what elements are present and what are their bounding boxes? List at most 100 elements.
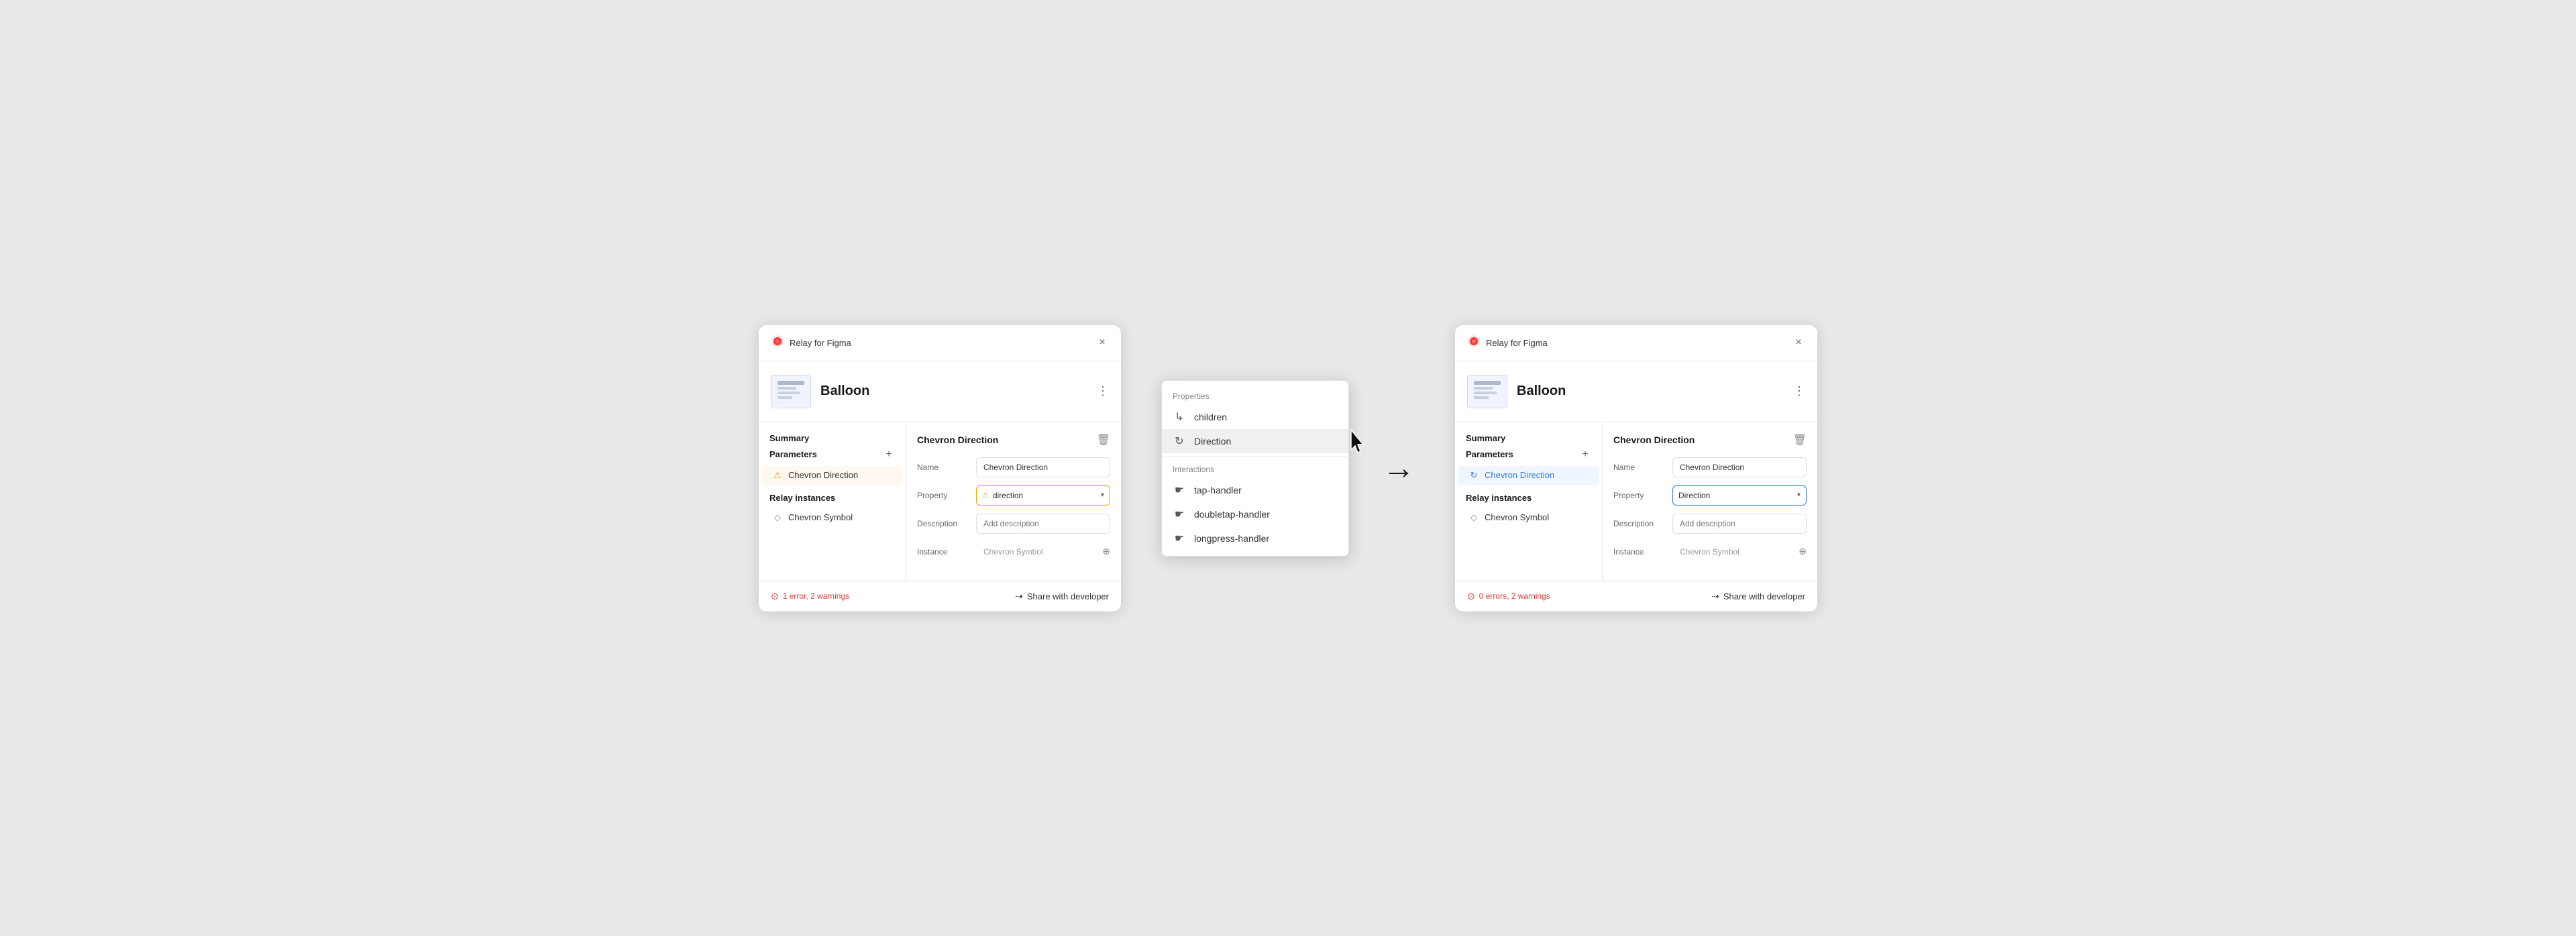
parameters-title-left: Parameters — [769, 449, 817, 459]
summary-title-left: Summary — [759, 433, 906, 449]
transition-arrow: → — [1383, 450, 1415, 487]
parameters-section-right: Parameters + — [1455, 449, 1602, 466]
chevron-symbol-item-left[interactable]: ◇ Chevron Symbol — [761, 508, 903, 527]
add-parameter-button-right[interactable]: + — [1579, 449, 1591, 461]
error-icon-left: ⊙ — [771, 591, 779, 602]
property-value-left: direction — [993, 491, 1023, 500]
tap-icon: ☛ — [1173, 483, 1186, 497]
name-input-right[interactable] — [1672, 457, 1807, 477]
target-icon-right[interactable]: ⊕ — [1799, 546, 1807, 557]
cursor-arrow-icon — [1348, 428, 1368, 454]
properties-popup[interactable]: Properties ↳ children ↻ Direction Intera… — [1161, 380, 1349, 557]
panel-body-left: Summary Parameters + ⚠ Chevron Direction… — [759, 422, 1121, 581]
name-field-row-right: Name — [1613, 457, 1807, 477]
chevron-direction-item-right[interactable]: ↻ Chevron Direction — [1458, 466, 1599, 485]
popup-tap-item[interactable]: ☛ tap-handler — [1162, 478, 1348, 502]
component-name-right: Balloon — [1517, 384, 1784, 399]
panel-body-right: Summary Parameters + ↻ Chevron Direction… — [1455, 422, 1817, 581]
share-button-left[interactable]: ⇢ Share with developer — [1015, 591, 1109, 602]
chevron-direction-item-left[interactable]: ⚠ Chevron Direction — [761, 466, 903, 485]
share-label-left: Share with developer — [1027, 591, 1109, 601]
name-input-left[interactable] — [976, 457, 1110, 477]
detail-panel-left: Chevron Direction 🗑 Name Property ⚠ dire… — [906, 422, 1121, 581]
doubletap-icon: ☛ — [1173, 508, 1186, 521]
component-thumbnail-left — [771, 375, 811, 408]
panel-header-right: Relay for Figma × — [1455, 325, 1817, 361]
longpress-handler-label: longpress-handler — [1194, 533, 1269, 544]
longpress-icon: ☛ — [1173, 532, 1186, 545]
detail-panel-right: Chevron Direction 🗑 Name Property Direct… — [1603, 422, 1817, 581]
popup-divider — [1162, 456, 1348, 457]
chevron-symbol-label-left: Chevron Symbol — [788, 512, 853, 522]
direction-label: Direction — [1194, 436, 1231, 447]
property-value-right: Direction — [1678, 491, 1797, 500]
target-icon-left[interactable]: ⊕ — [1102, 546, 1110, 557]
name-label-left: Name — [917, 463, 971, 472]
children-label: children — [1194, 412, 1227, 422]
component-header-left: Balloon ⋮ — [759, 361, 1121, 422]
error-text-right: 0 errors, 2 warnings — [1479, 591, 1550, 601]
direction-icon: ↻ — [1173, 434, 1186, 448]
left-panel: Relay for Figma × Balloon ⋮ Summary Para… — [759, 325, 1121, 611]
property-label-right: Property — [1613, 491, 1667, 500]
chevron-symbol-item-right[interactable]: ◇ Chevron Symbol — [1458, 508, 1599, 527]
close-button-left[interactable]: × — [1095, 336, 1109, 349]
instance-field-row-right: Instance Chevron Symbol ⊕ — [1613, 542, 1807, 562]
property-label-left: Property — [917, 491, 971, 500]
info-icon-right: ↻ — [1468, 470, 1479, 481]
name-label-right: Name — [1613, 463, 1667, 472]
parameters-title-right: Parameters — [1466, 449, 1513, 459]
description-field-row-right: Description — [1613, 514, 1807, 534]
trash-button-right[interactable]: 🗑 — [1793, 433, 1807, 447]
summary-title-right: Summary — [1455, 433, 1602, 449]
app-title-right: Relay for Figma — [1486, 338, 1548, 348]
relay-instances-section-right: Relay instances ◇ Chevron Symbol — [1455, 493, 1602, 527]
description-input-left[interactable] — [976, 514, 1110, 534]
trash-button-left[interactable]: 🗑 — [1097, 433, 1110, 447]
chevron-direction-label-left: Chevron Direction — [788, 470, 858, 480]
parameters-section-left: Parameters + — [759, 449, 906, 466]
component-name-left: Balloon — [820, 384, 1087, 399]
popup-children-item[interactable]: ↳ children — [1162, 405, 1348, 429]
more-menu-right[interactable]: ⋮ — [1793, 384, 1805, 398]
share-button-right[interactable]: ⇢ Share with developer — [1711, 591, 1805, 602]
share-icon-left: ⇢ — [1015, 591, 1023, 602]
instance-field-row-left: Instance Chevron Symbol ⊕ — [917, 542, 1110, 562]
panel-footer-right: ⊙ 0 errors, 2 warnings ⇢ Share with deve… — [1455, 581, 1817, 611]
arrow-icon: → — [1383, 450, 1415, 487]
error-text-left: 1 error, 2 warnings — [783, 591, 849, 601]
children-icon: ↳ — [1173, 410, 1186, 424]
more-menu-left[interactable]: ⋮ — [1097, 384, 1109, 398]
popup-doubletap-item[interactable]: ☛ doubletap-handler — [1162, 502, 1348, 526]
sidebar-right: Summary Parameters + ↻ Chevron Direction… — [1455, 422, 1603, 581]
close-button-right[interactable]: × — [1792, 336, 1805, 349]
property-field-row-left: Property ⚠ direction ▾ — [917, 485, 1110, 506]
dropdown-warning-content: ⚠ direction — [982, 491, 1101, 500]
relay-instances-section-left: Relay instances ◇ Chevron Symbol — [759, 493, 906, 527]
popup-properties-title: Properties — [1162, 386, 1348, 405]
relay-logo-icon-right — [1467, 335, 1481, 351]
share-icon-right: ⇢ — [1711, 591, 1719, 602]
right-panel: Relay for Figma × Balloon ⋮ Summary Para… — [1455, 325, 1817, 611]
instance-label-right: Instance — [1613, 547, 1667, 557]
dropdown-arrow-left: ▾ — [1101, 491, 1104, 499]
property-dropdown-right[interactable]: Direction ▾ — [1672, 485, 1807, 506]
app-title-left: Relay for Figma — [790, 338, 851, 348]
panel-header-left: Relay for Figma × — [759, 325, 1121, 361]
detail-title-right: Chevron Direction — [1613, 434, 1695, 445]
property-field-row-right: Property Direction ▾ — [1613, 485, 1807, 506]
doubletap-handler-label: doubletap-handler — [1194, 509, 1270, 520]
component-header-right: Balloon ⋮ — [1455, 361, 1817, 422]
property-dropdown-left[interactable]: ⚠ direction ▾ — [976, 485, 1110, 506]
diamond-icon-left: ◇ — [772, 512, 783, 523]
instance-label-left: Instance — [917, 547, 971, 557]
popup-direction-item[interactable]: ↻ Direction — [1162, 429, 1348, 453]
chevron-symbol-label-right: Chevron Symbol — [1485, 512, 1549, 522]
description-field-row-left: Description — [917, 514, 1110, 534]
error-icon-right: ⊙ — [1467, 591, 1475, 602]
dropdown-arrow-right: ▾ — [1797, 491, 1801, 499]
description-input-right[interactable] — [1672, 514, 1807, 534]
component-thumbnail-right — [1467, 375, 1507, 408]
popup-longpress-item[interactable]: ☛ longpress-handler — [1162, 526, 1348, 550]
add-parameter-button-left[interactable]: + — [883, 449, 895, 461]
